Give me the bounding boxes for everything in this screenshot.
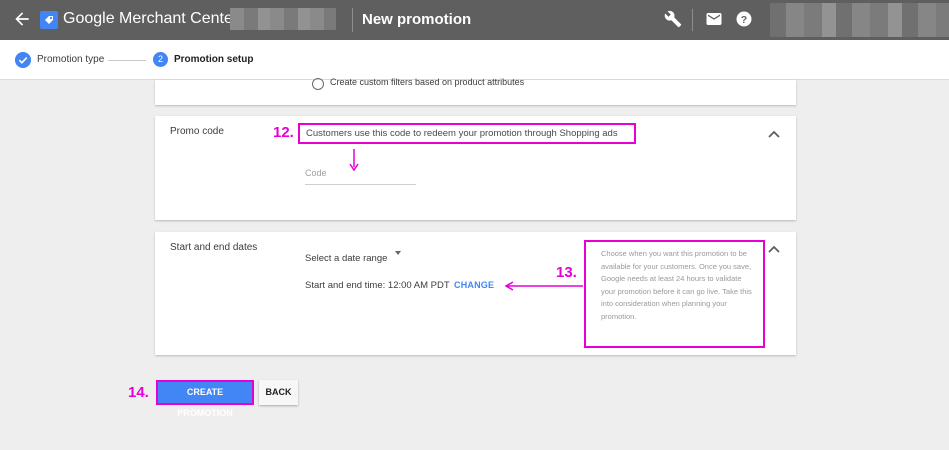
divider	[352, 8, 353, 32]
divider	[692, 9, 693, 31]
dates-card: Start and end dates Select a date range …	[155, 232, 796, 355]
back-arrow-icon[interactable]	[12, 9, 32, 29]
start-end-time-text: Start and end time: 12:00 AM PDT	[305, 280, 450, 291]
promo-code-hint: Customers use this code to redeem your p…	[306, 128, 618, 139]
promo-code-hint-highlight: Customers use this code to redeem your p…	[298, 123, 636, 144]
annotation-marker-13: 13.	[556, 264, 577, 281]
promo-code-card: Promo code Customers use this code to re…	[155, 116, 796, 220]
dates-help-highlight: Choose when you want this promotion to b…	[584, 240, 765, 348]
annotation-marker-12: 12.	[273, 124, 294, 141]
custom-filters-label: Create custom filters based on product a…	[330, 77, 525, 87]
promo-code-input[interactable]: Code	[305, 166, 416, 185]
checkmark-icon	[15, 52, 31, 68]
account-name-redacted	[230, 8, 336, 30]
app-title: Google Merchant Center	[63, 10, 239, 27]
mail-icon[interactable]	[705, 10, 723, 28]
chevron-up-icon[interactable]	[768, 245, 780, 253]
change-time-link[interactable]: CHANGE	[454, 280, 494, 290]
annotation-arrow-down-icon	[349, 149, 359, 172]
step-promotion-type[interactable]: Promotion type	[37, 54, 104, 65]
svg-text:?: ?	[741, 14, 747, 26]
annotation-marker-14: 14.	[128, 384, 149, 401]
product-filter-card: Create custom filters based on product a…	[155, 77, 796, 105]
help-icon[interactable]: ?	[735, 10, 753, 28]
merchant-center-logo-icon	[40, 11, 58, 29]
create-promotion-button[interactable]: CREATE PROMOTION	[156, 380, 254, 418]
dates-section-label: Start and end dates	[170, 242, 258, 253]
step-number-badge: 2	[153, 52, 168, 67]
custom-filters-radio[interactable]	[312, 78, 324, 90]
app-bar: Google Merchant Center New promotion ?	[0, 0, 949, 40]
chevron-up-icon[interactable]	[768, 130, 780, 138]
promo-code-section-label: Promo code	[170, 126, 224, 137]
date-range-value: Select a date range	[305, 253, 388, 264]
date-range-select[interactable]: Select a date range	[305, 248, 405, 264]
wrench-icon[interactable]	[664, 10, 682, 28]
annotation-arrow-left-icon	[504, 281, 583, 291]
step-promotion-setup: Promotion setup	[174, 54, 254, 65]
back-button[interactable]: BACK	[259, 380, 298, 405]
step-connector	[108, 60, 146, 61]
page-title: New promotion	[362, 11, 472, 28]
progress-stepper: Promotion type 2 Promotion setup	[0, 40, 949, 80]
promo-code-placeholder: Code	[305, 168, 327, 178]
profile-redacted	[770, 3, 949, 37]
dates-help-text: Choose when you want this promotion to b…	[601, 249, 752, 321]
dropdown-caret-icon	[395, 251, 401, 255]
